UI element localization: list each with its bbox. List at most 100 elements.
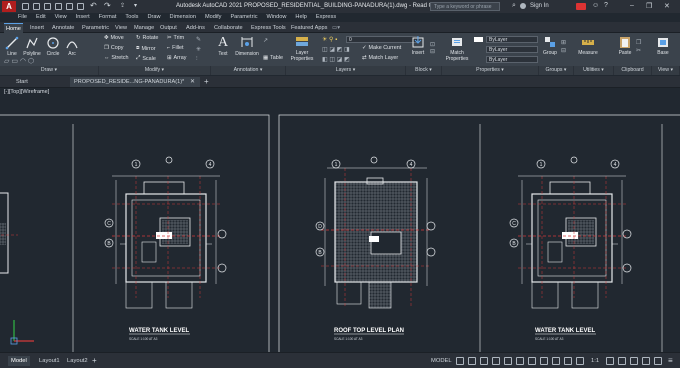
copy-button[interactable]: ❐ Copy [104, 45, 123, 51]
match-properties-button[interactable]: Match Properties [444, 35, 470, 62]
make-current-button[interactable]: ✓ Make Current [362, 45, 401, 51]
trim-button[interactable]: ✂ Trim [167, 35, 184, 41]
grid-icon[interactable] [456, 357, 464, 365]
menu-help[interactable]: Help [295, 13, 307, 22]
group-tool-icons[interactable]: ⊞ ⊟ [561, 39, 566, 55]
osnap-tracking-icon[interactable] [516, 357, 524, 365]
clean-screen-icon[interactable] [654, 357, 662, 365]
tab-add-ins[interactable]: Add-ins [184, 23, 207, 33]
layer-state-icons[interactable]: ☀ ⚲ ▪ [322, 36, 337, 43]
tab-express-tools[interactable]: Express Tools [249, 23, 288, 33]
close-icon[interactable]: ✕ [664, 2, 670, 10]
menu-draw[interactable]: Draw [147, 13, 160, 22]
match-layer-button[interactable]: ⇄ Match Layer [362, 55, 398, 61]
annotation-scale[interactable]: 1:1 [588, 356, 602, 366]
tab-active-drawing[interactable]: PROPOSED_RESIDE...NG-PANADURA(1)* [70, 77, 200, 87]
array-button[interactable]: ⊞ Array [167, 55, 186, 61]
tab-model[interactable]: Model [8, 356, 30, 366]
tab-home[interactable]: Home [4, 23, 23, 33]
arc-button[interactable]: Arc [64, 36, 80, 57]
lineweight-icon[interactable] [540, 357, 548, 365]
application-menu-button[interactable]: A [2, 1, 16, 12]
menu-insert[interactable]: Insert [76, 13, 90, 22]
layer-properties-button[interactable]: Layer Properties [289, 35, 315, 62]
explode-icon[interactable]: ✳ [196, 46, 201, 53]
line-button[interactable]: Line [3, 36, 21, 57]
quick-access-dropdown-icon[interactable]: ▾ [134, 2, 137, 9]
tab-view[interactable]: View [113, 23, 129, 33]
web-mobile-icon[interactable] [66, 3, 73, 10]
group-button[interactable]: Group [541, 35, 559, 56]
leader-icon[interactable]: ↗ [263, 37, 268, 44]
search-input[interactable]: Type a keyword or phrase [430, 2, 500, 11]
lineweight-dropdown[interactable]: ByLayer [486, 56, 538, 63]
save-as-icon[interactable] [55, 3, 62, 10]
tab-collaborate[interactable]: Collaborate [212, 23, 245, 33]
isodraft-icon[interactable] [504, 357, 512, 365]
menu-edit[interactable]: Edit [36, 13, 46, 22]
autodesk-app-store-icon[interactable] [576, 3, 586, 10]
new-file-icon[interactable] [22, 3, 29, 10]
paste-button[interactable]: Paste [616, 35, 634, 56]
ortho-icon[interactable] [480, 357, 488, 365]
restore-icon[interactable]: ❐ [646, 2, 652, 10]
draw-extra-icons[interactable]: ▱ ▭ ◠ ⬡ [4, 57, 34, 65]
tab-layout2[interactable]: Layout2 [64, 356, 91, 366]
minimize-icon[interactable]: – [630, 2, 634, 9]
fillet-button[interactable]: ⌐ Fillet [167, 45, 184, 51]
menu-express[interactable]: Express [316, 13, 336, 22]
undo-icon[interactable]: ↶ [90, 1, 97, 10]
panel-title-properties[interactable]: Properties ▾ [442, 66, 539, 75]
new-tab-icon[interactable]: + [204, 77, 209, 86]
panel-title-modify[interactable]: Modify ▾ [99, 66, 211, 75]
open-file-icon[interactable] [33, 3, 40, 10]
selection-cycling-icon[interactable] [564, 357, 572, 365]
menu-tools[interactable]: Tools [125, 13, 138, 22]
close-tab-icon[interactable]: ✕ [190, 78, 195, 85]
tab-insert[interactable]: Insert [28, 23, 46, 33]
tab-annotate[interactable]: Annotate [50, 23, 76, 33]
tab-start[interactable]: Start [12, 77, 32, 87]
workspace-gear-icon[interactable] [606, 357, 614, 365]
measure-button[interactable]: Measure [576, 35, 600, 56]
print-icon[interactable] [77, 3, 84, 10]
units-icon[interactable] [630, 357, 638, 365]
transparency-icon[interactable] [552, 357, 560, 365]
annotation-monitor-icon[interactable] [618, 357, 626, 365]
menu-dimension[interactable]: Dimension [170, 13, 196, 22]
snap-icon[interactable] [468, 357, 476, 365]
mirror-button[interactable]: ⧈ Mirror [136, 45, 156, 52]
stretch-button[interactable]: ⇔ Stretch [104, 55, 128, 61]
linetype-dropdown[interactable]: ByLayer [486, 46, 538, 53]
tab-output[interactable]: Output [158, 23, 179, 33]
menu-view[interactable]: View [55, 13, 67, 22]
add-layout-icon[interactable]: + [92, 356, 97, 365]
block-tool-icons[interactable]: ⊡ ⊟ [430, 41, 435, 55]
polar-icon[interactable] [492, 357, 500, 365]
rotate-button[interactable]: ↻ Rotate [136, 35, 158, 41]
panel-title-layers[interactable]: Layers ▾ [286, 66, 406, 75]
layer-tool-icons-1[interactable]: ◫ ◪ ◩ ◨ [322, 46, 350, 53]
polyline-button[interactable]: Polyline [21, 36, 43, 57]
panel-title-groups[interactable]: Groups ▾ [539, 66, 574, 75]
menu-parametric[interactable]: Parametric [230, 13, 257, 22]
panel-title-utilities[interactable]: Utilities ▾ [574, 66, 614, 75]
annotation-visibility-icon[interactable] [576, 357, 584, 365]
base-button[interactable]: Base [654, 35, 672, 56]
person-icon[interactable]: ☺ [592, 2, 599, 9]
circle-button[interactable]: Circle [44, 36, 62, 57]
move-button[interactable]: ✥ Move [104, 35, 124, 41]
copy-clip-icon[interactable]: ❐ ✂ [636, 39, 641, 55]
tab-manage[interactable]: Manage [132, 23, 156, 33]
panel-title-draw[interactable]: Draw ▾ [0, 66, 99, 75]
drawing-viewport[interactable]: [-][Top][Wireframe] 1 4 C B 1 4 D B 1 4 … [0, 88, 680, 352]
menu-file[interactable]: File [18, 13, 27, 22]
scale-button[interactable]: ⤢ Scale [136, 55, 156, 62]
isolate-objects-icon[interactable] [642, 357, 650, 365]
binoculars-icon[interactable]: ⌕ [512, 2, 516, 10]
insert-button[interactable]: Insert [408, 35, 428, 56]
text-button[interactable]: A Text [215, 35, 231, 57]
panel-title-view[interactable]: View ▾ [652, 66, 680, 75]
save-icon[interactable] [44, 3, 51, 10]
erase-icon[interactable]: ✎ [196, 36, 201, 43]
